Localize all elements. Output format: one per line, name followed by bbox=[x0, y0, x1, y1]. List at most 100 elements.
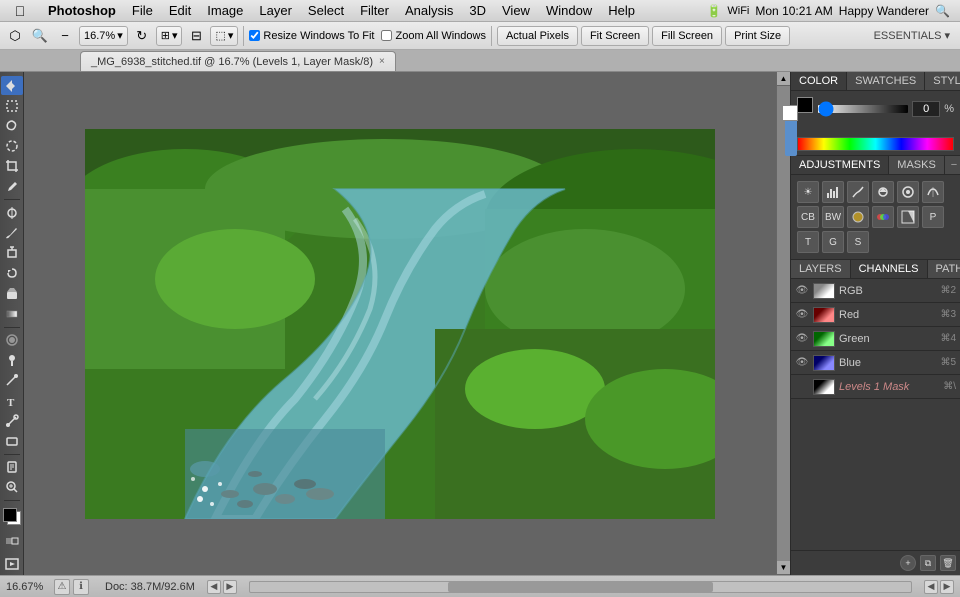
fg-color-chip[interactable] bbox=[797, 97, 813, 113]
quick-mask-button[interactable] bbox=[1, 530, 23, 552]
hsl-adj[interactable] bbox=[922, 181, 944, 203]
document-canvas[interactable] bbox=[85, 129, 715, 519]
healing-brush-tool[interactable] bbox=[1, 203, 23, 222]
tab-adjustments[interactable]: ADJUSTMENTS bbox=[791, 156, 889, 174]
blur-tool[interactable] bbox=[1, 330, 23, 349]
notes-tool[interactable] bbox=[1, 458, 23, 477]
brush-tool[interactable] bbox=[1, 223, 23, 242]
tab-masks[interactable]: MASKS bbox=[889, 156, 945, 174]
shape-tool[interactable] bbox=[1, 431, 23, 450]
lasso-tool[interactable] bbox=[1, 116, 23, 135]
apple-menu[interactable]:  bbox=[0, 3, 40, 19]
curves-adj[interactable] bbox=[847, 181, 869, 203]
rotate-icon[interactable]: ↻ bbox=[131, 25, 153, 47]
horizontal-scrollbar[interactable] bbox=[249, 581, 912, 593]
layout-dropdown[interactable]: ⬚ ▾ bbox=[210, 26, 238, 46]
channel-row-blue[interactable]: 👁 Blue ⌘5 bbox=[791, 351, 960, 375]
brightness-adj[interactable]: ☀ bbox=[797, 181, 819, 203]
arrange-icon[interactable]: ⊟ bbox=[185, 25, 207, 47]
posterize-adj[interactable]: P bbox=[922, 206, 944, 228]
actual-pixels-button[interactable]: Actual Pixels bbox=[497, 26, 578, 46]
new-channel-button[interactable]: + bbox=[900, 555, 916, 571]
tab-styles[interactable]: STYLES bbox=[925, 72, 960, 90]
menu-view[interactable]: View bbox=[494, 0, 538, 22]
pen-tool[interactable] bbox=[1, 371, 23, 390]
tab-swatches[interactable]: SWATCHES bbox=[847, 72, 925, 90]
colorbalance-adj[interactable]: CB bbox=[797, 206, 819, 228]
view-dropdown[interactable]: ⊞ ▾ bbox=[156, 26, 183, 46]
menu-help[interactable]: Help bbox=[600, 0, 643, 22]
channelmixer-adj[interactable] bbox=[872, 206, 894, 228]
eraser-tool[interactable] bbox=[1, 284, 23, 303]
duplicate-channel-button[interactable]: ⧉ bbox=[920, 555, 936, 571]
fg-bg-swatches[interactable] bbox=[797, 97, 798, 121]
photofilter-adj[interactable] bbox=[847, 206, 869, 228]
menu-window[interactable]: Window bbox=[538, 0, 600, 22]
adj-panel-collapse[interactable]: − bbox=[945, 156, 960, 174]
fit-screen-button[interactable]: Fit Screen bbox=[581, 26, 649, 46]
move-tool-icon[interactable]: ⬡ bbox=[4, 25, 26, 47]
zoom-all-checkbox[interactable] bbox=[381, 30, 392, 41]
zoom-dropdown[interactable]: 16.7% ▾ bbox=[79, 26, 128, 46]
k-slider[interactable] bbox=[818, 105, 908, 113]
tab-layers[interactable]: LAYERS bbox=[791, 260, 851, 278]
spotlight-icon[interactable]: 🔍 bbox=[935, 4, 950, 18]
bg-color-chip[interactable] bbox=[782, 105, 798, 121]
menu-file[interactable]: File bbox=[124, 0, 161, 22]
resize-windows-checkbox-label[interactable]: Resize Windows To Fit bbox=[249, 30, 374, 42]
foreground-color-swatch[interactable] bbox=[3, 508, 17, 522]
clone-stamp-tool[interactable] bbox=[1, 244, 23, 263]
channel-row-green[interactable]: 👁 Green ⌘4 bbox=[791, 327, 960, 351]
fill-screen-button[interactable]: Fill Screen bbox=[652, 26, 722, 46]
channel-row-rgb[interactable]: 👁 RGB ⌘2 bbox=[791, 279, 960, 303]
levels-adj[interactable] bbox=[822, 181, 844, 203]
resize-windows-checkbox[interactable] bbox=[249, 30, 260, 41]
channel-row-mask[interactable]: 👁 Levels 1 Mask ⌘\ bbox=[791, 375, 960, 399]
zoom-tool-left[interactable] bbox=[1, 478, 23, 497]
h-scroll-right[interactable]: ▶ bbox=[940, 580, 954, 594]
tab-paths[interactable]: PATHS bbox=[928, 260, 960, 278]
menu-edit[interactable]: Edit bbox=[161, 0, 199, 22]
invert-adj[interactable] bbox=[897, 206, 919, 228]
app-name-menu[interactable]: Photoshop bbox=[40, 0, 124, 22]
threshold-adj[interactable]: T bbox=[797, 231, 819, 253]
marquee-tool[interactable] bbox=[1, 96, 23, 115]
tab-color[interactable]: COLOR bbox=[791, 72, 847, 90]
warning-icon[interactable]: ⚠ bbox=[54, 579, 70, 595]
move-tool[interactable] bbox=[1, 76, 23, 95]
menu-3d[interactable]: 3D bbox=[461, 0, 494, 22]
menu-layer[interactable]: Layer bbox=[251, 0, 300, 22]
k-value-input[interactable] bbox=[912, 101, 940, 117]
tab-close-button[interactable]: × bbox=[379, 56, 385, 67]
scroll-down-arrow[interactable]: ▼ bbox=[777, 561, 791, 575]
spectrum-bar[interactable] bbox=[797, 137, 954, 151]
play-button[interactable]: ▶ bbox=[223, 580, 237, 594]
zoom-out-icon[interactable]: − bbox=[54, 25, 76, 47]
selective-color-adj[interactable]: S bbox=[847, 231, 869, 253]
gradient-map-adj[interactable]: G bbox=[822, 231, 844, 253]
zoom-tool-icon[interactable]: 🔍 bbox=[29, 25, 51, 47]
status-info-icon[interactable]: ℹ bbox=[73, 579, 89, 595]
print-size-button[interactable]: Print Size bbox=[725, 26, 790, 46]
channel-row-red[interactable]: 👁 Red ⌘3 bbox=[791, 303, 960, 327]
canvas-vertical-scrollbar[interactable]: ▲ ▼ bbox=[776, 72, 790, 575]
scroll-up-arrow[interactable]: ▲ bbox=[777, 72, 791, 86]
play-prev-button[interactable]: ◀ bbox=[207, 580, 221, 594]
menu-select[interactable]: Select bbox=[300, 0, 352, 22]
quick-select-tool[interactable] bbox=[1, 137, 23, 156]
eye-icon-mask[interactable]: 👁 bbox=[795, 380, 809, 394]
menu-image[interactable]: Image bbox=[199, 0, 251, 22]
exposure-adj[interactable] bbox=[872, 181, 894, 203]
scroll-thumb[interactable] bbox=[785, 116, 797, 156]
screen-mode-button[interactable] bbox=[1, 553, 23, 575]
menu-filter[interactable]: Filter bbox=[352, 0, 397, 22]
h-scroll-left[interactable]: ◀ bbox=[924, 580, 938, 594]
document-tab[interactable]: _MG_6938_stitched.tif @ 16.7% (Levels 1,… bbox=[80, 51, 396, 71]
h-scroll-thumb[interactable] bbox=[448, 582, 712, 592]
eye-icon-blue[interactable]: 👁 bbox=[795, 356, 809, 370]
vibrance-adj[interactable] bbox=[897, 181, 919, 203]
dodge-tool[interactable] bbox=[1, 351, 23, 370]
tab-channels[interactable]: CHANNELS bbox=[851, 260, 928, 278]
gradient-tool[interactable] bbox=[1, 304, 23, 323]
history-brush-tool[interactable] bbox=[1, 264, 23, 283]
